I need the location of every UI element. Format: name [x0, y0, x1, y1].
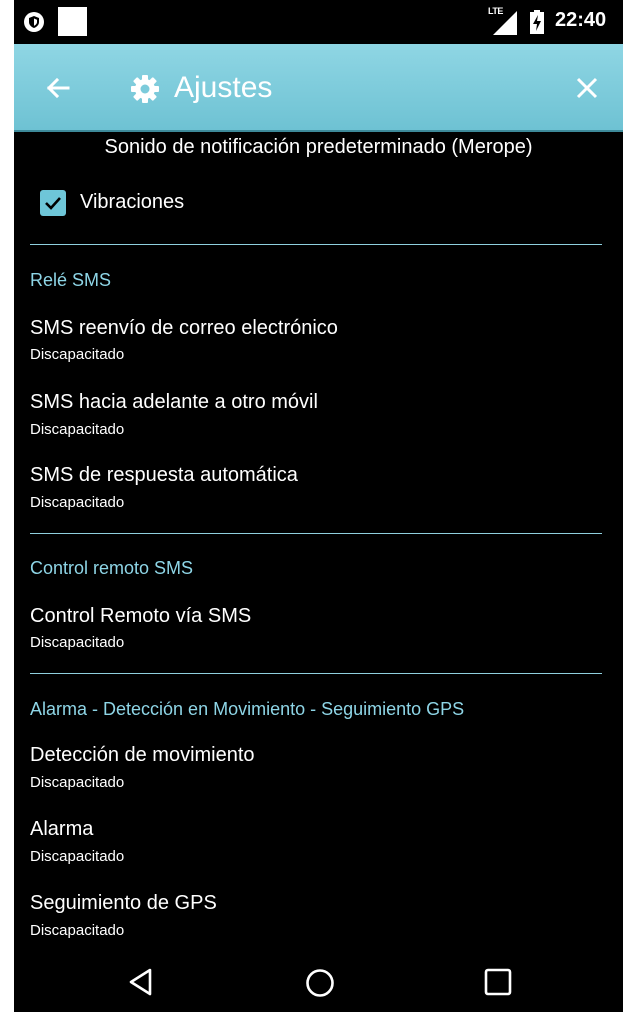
setting-motion-detection-title[interactable]: Detección de movimiento — [30, 744, 255, 767]
setting-sms-remote-summary: Discapacitado — [30, 634, 125, 651]
vibrations-label: Vibraciones — [80, 191, 185, 213]
setting-sms-remote-title[interactable]: Control Remoto vía SMS — [30, 605, 251, 628]
section-title-alarm-motion-gps: Alarma - Detección en Movimiento - Segui… — [30, 699, 465, 719]
shield-icon — [24, 12, 44, 32]
setting-alarm-title[interactable]: Alarma — [30, 818, 93, 841]
setting-sms-forward-mobile-summary: Discapacitado — [30, 421, 125, 438]
setting-alarm-summary: Discapacitado — [30, 848, 125, 865]
checkmark-icon — [45, 197, 61, 210]
clock: 22:40 — [555, 9, 607, 31]
section-title-sms-relay: Relé SMS — [30, 270, 112, 290]
setting-sms-email-forward-title[interactable]: SMS reenvío de correo electrónico — [30, 317, 338, 340]
nav-recents-icon[interactable] — [484, 968, 512, 996]
setting-motion-detection-summary: Discapacitado — [30, 774, 125, 791]
status-bar: LTE 22:40 — [14, 0, 623, 44]
settings-list: Sonido de notificación predeterminado (M… — [14, 132, 623, 954]
setting-sms-forward-mobile-title[interactable]: SMS hacia adelante a otro móvil — [30, 391, 318, 414]
section-title-sms-remote: Control remoto SMS — [30, 558, 194, 578]
setting-sms-auto-reply-summary: Discapacitado — [30, 494, 125, 511]
battery-charging-icon — [530, 10, 544, 34]
gear-icon — [131, 75, 159, 103]
navigation-bar — [14, 954, 623, 1012]
nav-back-icon[interactable] — [126, 967, 156, 997]
nav-home-icon[interactable] — [305, 968, 335, 998]
vibrations-checkbox[interactable] — [40, 190, 66, 216]
setting-sms-email-forward-summary: Discapacitado — [30, 346, 125, 363]
app-toolbar: Ajustes — [14, 44, 623, 132]
page-title: Ajustes — [174, 71, 273, 104]
setting-gps-tracking-summary: Discapacitado — [30, 922, 125, 939]
divider — [30, 244, 602, 245]
divider — [30, 673, 602, 674]
arrow-back-icon[interactable] — [42, 72, 74, 104]
notification-sound-setting[interactable]: Sonido de notificación predeterminado (M… — [14, 136, 623, 159]
setting-gps-tracking-title[interactable]: Seguimiento de GPS — [30, 892, 217, 915]
divider — [30, 533, 602, 534]
setting-sms-auto-reply-title[interactable]: SMS de respuesta automática — [30, 464, 298, 487]
notification-icon — [58, 7, 87, 36]
phone-screen: LTE 22:40 Ajustes Sonido de notificación… — [14, 0, 623, 1012]
close-icon[interactable] — [572, 73, 602, 103]
signal-icon — [493, 11, 517, 35]
